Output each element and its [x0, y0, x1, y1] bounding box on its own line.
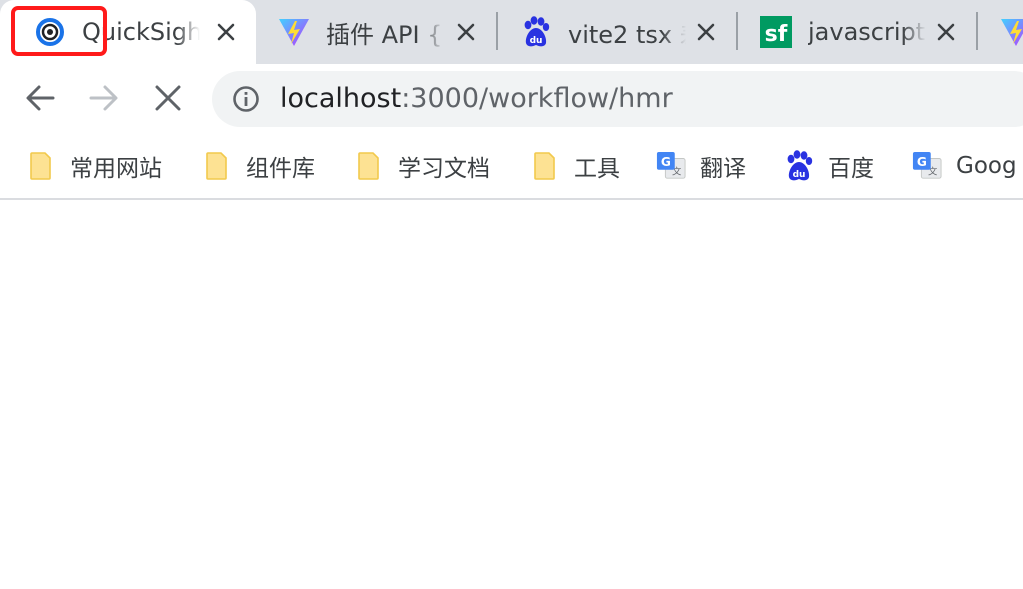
- browser-toolbar: localhost:3000/workflow/hmr: [0, 64, 1023, 134]
- baidu-logo-icon: du: [784, 150, 814, 181]
- segmentfault-logo-icon: sf: [760, 16, 792, 48]
- close-tab-icon[interactable]: [452, 18, 480, 46]
- site-info-icon[interactable]: [232, 85, 260, 113]
- google-translate-icon: 文 G: [656, 151, 686, 181]
- vite-logo-icon: [278, 16, 310, 48]
- tab-quicksight[interactable]: QuickSigh: [0, 0, 256, 64]
- bookmark-label: Goog: [956, 153, 1017, 179]
- stop-button[interactable]: [146, 78, 190, 122]
- tab-title: javascript: [808, 18, 926, 46]
- folder-icon: [530, 151, 560, 181]
- bookmark-baidu[interactable]: du 百度: [784, 148, 874, 184]
- google-translate-icon: 文 G: [912, 151, 942, 181]
- svg-text:G: G: [661, 155, 671, 169]
- back-arrow-icon: [25, 84, 55, 116]
- tab-strip: QuickSigh 插件 API {du vite2 tsx sf javas…: [0, 0, 1023, 64]
- folder-icon: [354, 151, 384, 181]
- forward-button[interactable]: [82, 78, 126, 122]
- folder-icon: [26, 151, 56, 181]
- svg-text:du: du: [793, 170, 806, 180]
- close-tab-icon[interactable]: [692, 18, 720, 46]
- tab-title: 插件 API {: [326, 20, 443, 49]
- bookmark-translate[interactable]: 文 G 翻译: [656, 148, 746, 184]
- svg-text:sf: sf: [765, 22, 788, 47]
- bookmark-folder-component-libs[interactable]: 组件库: [202, 148, 315, 184]
- bookmarks-bar: 常用网站 组件库 学习文档 工具 文 G 翻译 du 百度 文 G Goog: [0, 134, 1023, 200]
- tab-javascript[interactable]: sf javascript: [738, 0, 976, 64]
- forward-arrow-icon: [89, 84, 119, 116]
- tab-plugin-api[interactable]: 插件 API {: [256, 0, 496, 64]
- svg-text:G: G: [917, 155, 927, 169]
- quicksight-logo-icon: [34, 16, 66, 48]
- url-host: localhost: [280, 83, 402, 114]
- bookmark-folder-common-sites[interactable]: 常用网站: [26, 148, 162, 184]
- tab-vite2-tsx[interactable]: du vite2 tsx 差: [498, 0, 736, 64]
- address-bar[interactable]: localhost:3000/workflow/hmr: [212, 71, 1023, 127]
- back-button[interactable]: [18, 78, 62, 122]
- vite-logo-icon: [1000, 16, 1023, 48]
- bookmark-label: 百度: [828, 156, 874, 182]
- bookmark-label: 翻译: [700, 156, 746, 182]
- tab-title: QuickSigh: [82, 18, 200, 46]
- bookmark-label: 组件库: [246, 156, 315, 182]
- stop-loading-icon: [155, 85, 181, 115]
- close-tab-icon[interactable]: [932, 18, 960, 46]
- bookmark-folder-tools[interactable]: 工具: [530, 148, 620, 184]
- tab-vite-partial[interactable]: [978, 0, 1023, 64]
- bookmark-label: 常用网站: [70, 156, 162, 182]
- tab-title: vite2 tsx 差: [568, 20, 686, 49]
- folder-icon: [202, 151, 232, 181]
- url-text: localhost:3000/workflow/hmr: [280, 83, 673, 115]
- url-path: :3000/workflow/hmr: [401, 83, 673, 114]
- close-tab-icon[interactable]: [212, 18, 240, 46]
- bookmark-label: 学习文档: [398, 156, 490, 182]
- baidu-logo-icon: du: [520, 16, 552, 48]
- bookmark-label: 工具: [574, 156, 620, 182]
- bookmark-folder-study-docs[interactable]: 学习文档: [354, 148, 490, 184]
- bookmark-google[interactable]: 文 G Goog: [912, 148, 1017, 184]
- svg-text:du: du: [530, 36, 543, 46]
- page-content: [0, 200, 1023, 589]
